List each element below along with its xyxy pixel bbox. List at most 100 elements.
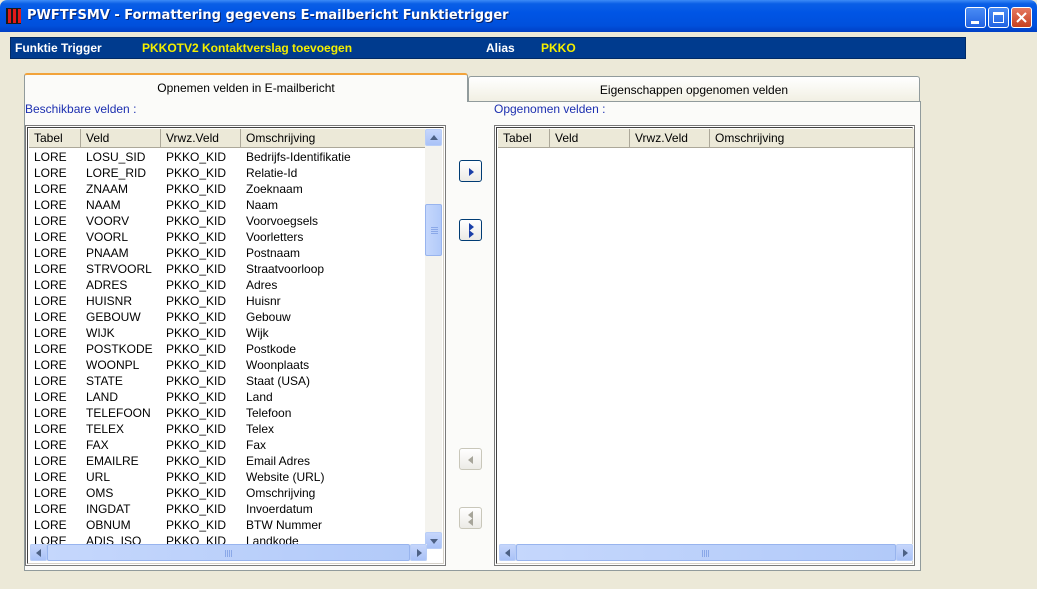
table-row[interactable]: LORE WOONPL PKKO_KID Woonplaats <box>29 357 429 373</box>
table-cell: PKKO_KID <box>166 150 227 164</box>
move-left-icon <box>468 456 473 464</box>
table-cell: Voorvoegsels <box>246 214 319 228</box>
table-row[interactable]: LORE FAX PKKO_KID Fax <box>29 437 429 453</box>
grip-icon <box>225 550 233 557</box>
table-cell: PKKO_KID <box>166 502 227 516</box>
table-cell: Land <box>246 390 273 404</box>
vertical-scrollbar[interactable] <box>425 129 442 549</box>
table-row[interactable]: LORE TELEFOON PKKO_KID Telefoon <box>29 405 429 421</box>
table-cell: LORE <box>34 294 67 308</box>
close-icon <box>1016 12 1027 23</box>
table-cell: LORE <box>34 310 67 324</box>
vertical-scroll-thumb[interactable] <box>425 204 442 256</box>
table-cell: Wijk <box>246 326 269 340</box>
table-row[interactable]: LORE TELEX PKKO_KID Telex <box>29 421 429 437</box>
table-row[interactable]: LORE VOORV PKKO_KID Voorvoegsels <box>29 213 429 229</box>
table-cell: Voorletters <box>246 230 304 244</box>
column-header-veld[interactable]: Veld <box>81 129 161 148</box>
move-all-left-button[interactable] <box>459 507 482 529</box>
table-row[interactable]: LORE LORE_RID PKKO_KID Relatie-Id <box>29 165 429 181</box>
table-cell: NAAM <box>86 198 121 212</box>
horizontal-scrollbar[interactable] <box>499 544 913 561</box>
table-cell: TELEFOON <box>86 406 151 420</box>
grip-icon <box>702 550 710 557</box>
horizontal-scroll-thumb[interactable] <box>516 544 896 561</box>
move-all-left-icon <box>460 508 481 528</box>
scroll-right-button[interactable] <box>410 544 427 561</box>
scroll-left-button[interactable] <box>30 544 47 561</box>
table-row[interactable]: LORE OMS PKKO_KID Omschrijving <box>29 485 429 501</box>
close-button[interactable] <box>1011 7 1032 28</box>
table-cell: PKKO_KID <box>166 518 227 532</box>
grid-frame: Tabel Veld Vrwz.Veld Omschrijving LORE LO… <box>27 127 444 564</box>
horizontal-scrollbar[interactable] <box>30 544 427 561</box>
table-row[interactable]: LORE ADRES PKKO_KID Adres <box>29 277 429 293</box>
table-row[interactable]: LORE INGDAT PKKO_KID Invoerdatum <box>29 501 429 517</box>
table-cell: STATE <box>86 374 123 388</box>
table-row[interactable]: LORE URL PKKO_KID Website (URL) <box>29 469 429 485</box>
maximize-button[interactable] <box>988 7 1009 28</box>
available-fields-grid[interactable]: Tabel Veld Vrwz.Veld Omschrijving LORE LO… <box>25 125 446 566</box>
table-row[interactable]: LORE WIJK PKKO_KID Wijk <box>29 325 429 341</box>
move-right-button[interactable] <box>459 160 482 182</box>
scroll-down-button[interactable] <box>425 532 442 549</box>
table-cell: LORE <box>34 182 67 196</box>
table-cell: Staat (USA) <box>246 374 311 388</box>
table-cell: LORE <box>34 374 67 388</box>
table-cell: LORE <box>34 246 67 260</box>
table-cell: Email Adres <box>246 454 311 468</box>
table-cell: INGDAT <box>86 502 131 516</box>
table-cell: Postnaam <box>246 246 301 260</box>
column-header-tabel[interactable]: Tabel <box>498 129 550 148</box>
grip-icon <box>431 226 438 234</box>
column-header-omschrijving[interactable]: Omschrijving <box>241 129 430 148</box>
scroll-up-button[interactable] <box>425 129 442 146</box>
table-cell: LORE <box>34 470 67 484</box>
title-bar[interactable]: PWFTFSMV - Formattering gegevens E-mailb… <box>0 0 1037 32</box>
table-cell: VOORL <box>86 230 129 244</box>
table-cell: LORE <box>34 422 67 436</box>
selected-fields-grid[interactable]: Tabel Veld Vrwz.Veld Omschrijving <box>494 125 915 566</box>
table-row[interactable]: LORE ZNAAM PKKO_KID Zoeknaam <box>29 181 429 197</box>
available-fields-label: Beschikbare velden : <box>25 102 137 116</box>
maximize-icon <box>993 12 1004 23</box>
scroll-left-button[interactable] <box>499 544 516 561</box>
table-cell: PKKO_KID <box>166 214 227 228</box>
table-row[interactable]: LORE EMAILRE PKKO_KID Email Adres <box>29 453 429 469</box>
trigger-info-bar: Funktie Trigger PKKOTV2 Kontaktverslag t… <box>10 37 966 59</box>
column-header-veld[interactable]: Veld <box>550 129 630 148</box>
table-row[interactable]: LORE STATE PKKO_KID Staat (USA) <box>29 373 429 389</box>
table-cell: ZNAAM <box>86 182 128 196</box>
table-row[interactable]: LORE OBNUM PKKO_KID BTW Nummer <box>29 517 429 533</box>
scroll-right-button[interactable] <box>896 544 913 561</box>
column-header-vrwz-veld[interactable]: Vrwz.Veld <box>630 129 710 148</box>
table-row[interactable]: LORE POSTKODE PKKO_KID Postkode <box>29 341 429 357</box>
horizontal-scroll-thumb[interactable] <box>47 544 410 561</box>
table-cell: Website (URL) <box>246 470 325 484</box>
table-cell: OMS <box>86 486 114 500</box>
alias-label: Alias <box>486 41 515 55</box>
table-cell: LORE <box>34 518 67 532</box>
column-header-vrwz-veld[interactable]: Vrwz.Veld <box>161 129 241 148</box>
table-cell: LOSU_SID <box>86 150 146 164</box>
minimize-button[interactable] <box>965 7 986 28</box>
table-row[interactable]: LORE GEBOUW PKKO_KID Gebouw <box>29 309 429 325</box>
tab-opnemen-velden[interactable]: Opnemen velden in E-mailbericht <box>24 73 468 102</box>
table-row[interactable]: LORE LAND PKKO_KID Land <box>29 389 429 405</box>
table-row[interactable]: LORE PNAAM PKKO_KID Postnaam <box>29 245 429 261</box>
move-all-right-button[interactable] <box>459 219 482 241</box>
table-row[interactable]: LORE VOORL PKKO_KID Voorletters <box>29 229 429 245</box>
table-row[interactable]: LORE HUISNR PKKO_KID Huisnr <box>29 293 429 309</box>
column-header-omschrijving[interactable]: Omschrijving <box>710 129 914 148</box>
table-cell: VOORV <box>86 214 130 228</box>
table-row[interactable]: LORE STRVOORL PKKO_KID Straatvoorloop <box>29 261 429 277</box>
column-header-tabel[interactable]: Tabel <box>29 129 81 148</box>
tab-eigenschappen[interactable]: Eigenschappen opgenomen velden <box>468 76 920 102</box>
table-cell: POSTKODE <box>86 342 153 356</box>
table-cell: PKKO_KID <box>166 374 227 388</box>
table-cell: Huisnr <box>246 294 281 308</box>
table-row[interactable]: LORE LOSU_SID PKKO_KID Bedrijfs-Identifikat… <box>29 149 429 165</box>
table-cell: LORE <box>34 342 67 356</box>
move-left-button[interactable] <box>459 448 482 470</box>
table-row[interactable]: LORE NAAM PKKO_KID Naam <box>29 197 429 213</box>
